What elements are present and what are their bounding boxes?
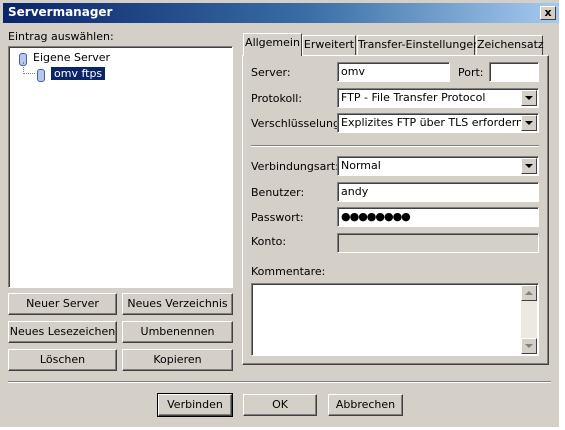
tab-advanced[interactable]: Erweitert [302,35,356,55]
tree-item-label: Eigene Server [33,51,111,64]
new-server-button[interactable]: Neuer Server [8,293,117,315]
port-input[interactable] [489,62,539,82]
window-title: Servermanager [8,5,113,19]
chevron-down-icon[interactable] [521,158,537,174]
account-input [337,233,539,253]
delete-button[interactable]: Löschen [8,349,117,371]
protocol-select[interactable]: FTP - File Transfer Protocol [337,88,539,108]
comments-textarea[interactable] [251,283,539,356]
chevron-down-icon[interactable] [521,115,537,131]
comments-scrollbar[interactable] [521,285,537,354]
rename-button[interactable]: Umbenennen [122,321,233,343]
server-input[interactable]: omv [337,62,450,82]
logon-type-label: Verbindungsart: [251,160,339,173]
chevron-down-icon[interactable] [521,90,537,106]
divider [251,145,539,147]
encryption-select[interactable]: Explizites FTP über TLS erfordern [337,113,539,133]
scroll-down-icon[interactable] [521,338,537,354]
logon-type-select[interactable]: Normal [337,156,539,176]
server-icon [35,68,45,82]
footer-divider [8,381,551,383]
connect-button[interactable]: Verbinden [157,393,233,417]
tree-item-omv-ftps[interactable]: omv ftps [35,66,106,82]
new-folder-button[interactable]: Neues Verzeichnis [122,293,233,315]
protocol-label: Protokoll: [251,92,303,105]
title-bar[interactable]: Servermanager x [3,3,559,23]
port-label: Port: [458,66,484,79]
comments-label: Kommentare: [251,265,326,278]
tab-charset[interactable]: Zeichensatz [476,35,544,55]
protocol-value: FTP - File Transfer Protocol [341,91,486,104]
user-label: Benutzer: [251,186,305,199]
server-tree[interactable]: Eigene Server omv ftps [8,46,233,288]
cancel-button[interactable]: Abbrechen [328,394,403,416]
encryption-value: Explizites FTP über TLS erfordern [341,116,524,129]
tree-connector [23,73,35,74]
tree-item-label: omv ftps [51,67,106,80]
scroll-up-icon[interactable] [521,285,537,301]
user-input[interactable]: andy [337,182,539,202]
password-label: Passwort: [251,211,304,224]
server-folder-icon [17,52,27,66]
servermanager-dialog: Servermanager x Eintrag auswählen: Eigen… [0,0,565,430]
encryption-label: Verschlüsselung: [251,117,344,130]
tab-transfer-settings[interactable]: Transfer-Einstellungen [357,35,480,55]
logon-type-value: Normal [341,159,381,172]
tree-item-own-servers[interactable]: Eigene Server [17,50,111,66]
new-bookmark-button[interactable]: Neues Lesezeichen [8,321,117,343]
tab-general[interactable]: Allgemein [243,33,302,56]
copy-button[interactable]: Kopieren [122,349,233,371]
close-button[interactable]: x [540,6,556,20]
password-input[interactable]: ●●●●●●●● [337,207,539,227]
outer-frame [559,0,565,430]
account-label: Konto: [251,235,287,248]
ok-button[interactable]: OK [243,394,317,416]
select-entry-label: Eintrag auswählen: [8,30,114,43]
server-label: Server: [251,66,291,79]
